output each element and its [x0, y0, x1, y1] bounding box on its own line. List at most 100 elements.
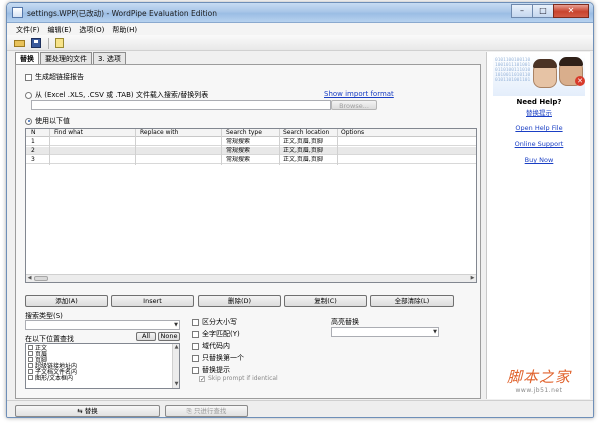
- select-all-locations-button[interactable]: All: [136, 332, 156, 341]
- skip-identical-checkbox[interactable]: [199, 375, 205, 382]
- field-codes-row[interactable]: 域代码内: [192, 341, 230, 351]
- copy-button[interactable]: 复制(C): [284, 295, 367, 307]
- col-find-what: Find what: [54, 129, 83, 136]
- insert-button[interactable]: Insert: [111, 295, 194, 307]
- hair-shape: [559, 57, 583, 66]
- search-only-icon: ⎘: [186, 407, 194, 415]
- window-title: settings.WPP(已改动) - WordPipe Evaluation …: [27, 9, 217, 18]
- search-only-button[interactable]: ⎘ 只进行查找: [165, 405, 248, 417]
- location-checkbox[interactable]: [28, 374, 33, 380]
- search-location-cell[interactable]: 正文,页眉,页脚: [281, 156, 337, 164]
- tab-options[interactable]: 3. 选项: [93, 52, 126, 64]
- load-from-file-radio[interactable]: [25, 91, 32, 99]
- grid-divider: [337, 129, 338, 165]
- replace-button[interactable]: ⇆ 替换: [15, 405, 160, 417]
- field-codes-checkbox[interactable]: [192, 342, 199, 350]
- menu-bar: 文件(F) 编辑(E) 选项(O) 帮助(H): [7, 23, 593, 35]
- title-bar: settings.WPP(已改动) - WordPipe Evaluation …: [7, 3, 593, 23]
- location-checkbox[interactable]: [28, 362, 33, 368]
- row-number: 2: [31, 147, 35, 154]
- match-case-checkbox[interactable]: [192, 318, 199, 326]
- search-type-cell[interactable]: 常规搜索: [224, 156, 279, 164]
- location-checkbox[interactable]: [28, 356, 33, 362]
- app-icon: [12, 7, 23, 18]
- search-replace-grid[interactable]: N Find what Replace with Search type Sea…: [25, 128, 477, 283]
- clear-all-button[interactable]: 全部清除(L): [370, 295, 454, 307]
- field-codes-label: 域代码内: [202, 342, 230, 350]
- match-case-row[interactable]: 区分大小写: [192, 317, 237, 327]
- chevron-down-icon: ▼: [433, 329, 437, 335]
- generate-report-checkbox[interactable]: [25, 73, 32, 81]
- binary-pattern: 0101100100110 1001011101001 011010011101…: [495, 58, 531, 83]
- location-checkbox[interactable]: [28, 368, 33, 374]
- col-search-location: Search location: [283, 129, 330, 136]
- help-button[interactable]: [53, 37, 67, 49]
- use-following-radio[interactable]: [25, 117, 32, 125]
- hair-shape: [533, 59, 557, 68]
- window-controls: – □ ✕: [511, 4, 589, 18]
- row-number: 3: [31, 156, 35, 163]
- open-button[interactable]: [13, 37, 27, 49]
- save-button[interactable]: [30, 37, 44, 49]
- minimize-button[interactable]: –: [511, 4, 533, 18]
- scroll-thumb[interactable]: [34, 276, 48, 281]
- col-replace-with: Replace with: [140, 129, 179, 136]
- skip-identical-label: Skip prompt if identical: [208, 375, 278, 382]
- watermark-title: 脚本之家: [506, 368, 571, 386]
- scroll-up-icon[interactable]: ▲: [173, 344, 179, 351]
- replace-panel: 生成超链接报告 从 (Excel .XLS, .CSV 或 .TAB) 文件载入…: [15, 64, 481, 399]
- generate-report-label: 生成超链接报告: [35, 73, 84, 81]
- open-help-file-link[interactable]: Open Help File: [487, 124, 591, 132]
- search-location-cell[interactable]: 正文,页眉,页脚: [281, 147, 337, 155]
- grid-divider: [135, 129, 136, 165]
- scroll-right-icon[interactable]: ▶: [469, 275, 476, 282]
- menu-edit[interactable]: 编辑(E): [45, 23, 77, 35]
- tab-files[interactable]: 要处理的文件: [40, 52, 92, 64]
- table-row[interactable]: 2 常规搜索 正文,页眉,页脚: [26, 147, 476, 155]
- replace-prompt-checkbox[interactable]: [192, 366, 199, 374]
- search-type-select[interactable]: ▼: [25, 320, 180, 330]
- whole-word-row[interactable]: 全字匹配(Y): [192, 329, 240, 339]
- browse-button[interactable]: Browse...: [331, 100, 377, 110]
- list-item[interactable]: 图形/文本框内: [26, 374, 179, 382]
- replace-tips-link[interactable]: 替换提示: [487, 107, 591, 117]
- scroll-left-icon[interactable]: ◀: [26, 275, 33, 282]
- replace-prompt-row[interactable]: 替换提示: [192, 365, 230, 375]
- select-no-locations-button[interactable]: None: [158, 332, 180, 341]
- replace-first-row[interactable]: 只替换第一个: [192, 353, 244, 363]
- show-import-format-link[interactable]: Show import format: [324, 90, 394, 98]
- delete-button[interactable]: 删除(D): [198, 295, 281, 307]
- search-type-cell[interactable]: 常规搜索: [224, 138, 279, 146]
- buy-now-link[interactable]: Buy Now: [487, 156, 591, 164]
- search-location-cell[interactable]: 正文,页眉,页脚: [281, 138, 337, 146]
- close-button[interactable]: ✕: [553, 4, 589, 18]
- table-row[interactable]: 3 常规搜索 正文,页眉,页脚: [26, 156, 476, 164]
- replace-first-checkbox[interactable]: [192, 354, 199, 362]
- menu-help[interactable]: 帮助(H): [109, 23, 142, 35]
- vertical-scrollbar[interactable]: ▲ ▼: [172, 344, 179, 388]
- highlight-select[interactable]: ▼: [331, 327, 439, 337]
- skip-identical-row[interactable]: Skip prompt if identical: [199, 375, 278, 382]
- import-file-input[interactable]: [31, 100, 331, 110]
- use-following-row[interactable]: 使用以下值: [25, 116, 70, 126]
- maximize-button[interactable]: □: [532, 4, 554, 18]
- grid-divider: [279, 129, 280, 165]
- load-from-file-row[interactable]: 从 (Excel .XLS, .CSV 或 .TAB) 文件载入搜索/替换列表: [25, 90, 208, 100]
- table-row[interactable]: 1 常规搜索 正文,页眉,页脚: [26, 138, 476, 146]
- row-number: 1: [31, 138, 35, 145]
- add-button[interactable]: 添加(A): [25, 295, 108, 307]
- need-help-heading: Need Help?: [516, 98, 562, 106]
- locations-list[interactable]: 正文 页眉 页脚 超级链接地址内 子文档文件名内 图形/文本框内 ▲ ▼: [25, 343, 180, 389]
- menu-file[interactable]: 文件(F): [13, 23, 45, 35]
- folder-open-icon: [14, 40, 25, 47]
- whole-word-checkbox[interactable]: [192, 330, 199, 338]
- watermark-url: www.jb51.net: [515, 387, 563, 394]
- search-type-cell[interactable]: 常规搜索: [224, 147, 279, 155]
- horizontal-scrollbar[interactable]: ◀ ▶: [26, 274, 476, 282]
- online-support-link[interactable]: Online Support: [487, 140, 591, 148]
- generate-report-row[interactable]: 生成超链接报告: [25, 72, 84, 82]
- scroll-down-icon[interactable]: ▼: [173, 381, 179, 388]
- location-checkbox[interactable]: [28, 344, 33, 350]
- location-checkbox[interactable]: [28, 350, 33, 356]
- menu-options[interactable]: 选项(O): [76, 23, 109, 35]
